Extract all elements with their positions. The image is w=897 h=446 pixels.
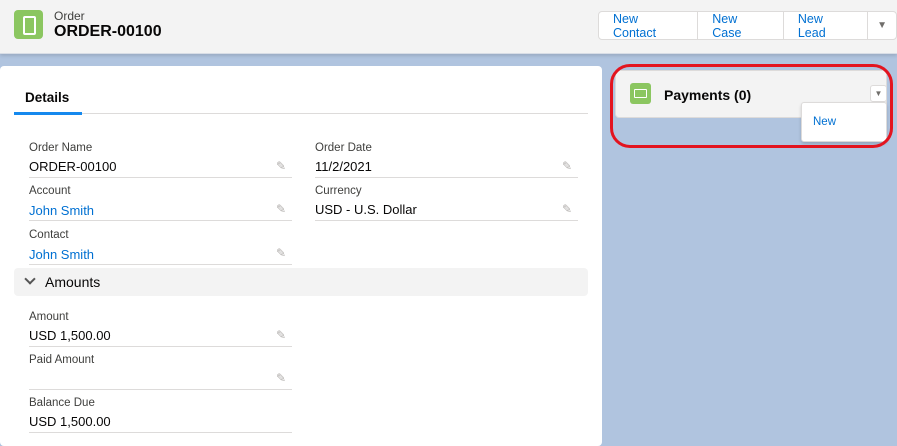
field-value: ORDER-00100 [29, 159, 117, 174]
object-type: Order [54, 9, 85, 23]
field-label: Order Name [29, 142, 93, 154]
edit-pencil-icon[interactable]: ✎ [562, 202, 572, 216]
field-label: Balance Due [29, 397, 95, 409]
details-panel: Details Order Name ORDER-00100 ✎ Order D… [0, 66, 602, 446]
edit-pencil-icon[interactable]: ✎ [562, 159, 572, 173]
field-value: USD - U.S. Dollar [315, 202, 417, 217]
field-account: Account John Smith ✎ [29, 178, 292, 221]
edit-pencil-icon[interactable]: ✎ [276, 328, 286, 342]
new-lead-button[interactable]: New Lead [782, 11, 869, 40]
chevron-down-icon [24, 273, 36, 285]
action-bar: New Contact New Case New Lead ▼ [598, 11, 897, 40]
order-icon [14, 10, 43, 39]
highlight-annotation [610, 64, 893, 148]
amounts-section-header[interactable]: Amounts [14, 268, 588, 296]
field-currency: Currency USD - U.S. Dollar ✎ [315, 178, 578, 221]
active-tab-indicator [14, 112, 82, 115]
edit-pencil-icon[interactable]: ✎ [276, 159, 286, 173]
field-label: Contact [29, 229, 69, 241]
tab-label: Details [25, 90, 70, 105]
contact-link[interactable]: John Smith [29, 247, 94, 262]
tab-details[interactable]: Details [14, 90, 588, 115]
record-name: ORDER-00100 [54, 23, 162, 40]
section-title: Amounts [45, 274, 101, 290]
record-header: Order ORDER-00100 New Contact New Case N… [0, 0, 897, 54]
field-label: Order Date [315, 142, 372, 154]
new-case-button[interactable]: New Case [697, 11, 784, 40]
field-contact: Contact John Smith ✎ [29, 222, 292, 265]
edit-pencil-icon[interactable]: ✎ [276, 246, 286, 260]
field-amount: Amount USD 1,500.00 ✎ [29, 304, 292, 347]
account-link[interactable]: John Smith [29, 203, 94, 218]
field-order-name: Order Name ORDER-00100 ✎ [29, 135, 292, 178]
field-label: Paid Amount [29, 354, 95, 366]
field-value: 11/2/2021 [315, 159, 372, 174]
new-contact-button[interactable]: New Contact [598, 11, 699, 40]
field-order-date: Order Date 11/2/2021 ✎ [315, 135, 578, 178]
field-value: USD 1,500.00 [29, 328, 111, 343]
field-label: Amount [29, 311, 69, 323]
field-paid-amount: Paid Amount ✎ [29, 347, 292, 390]
chevron-down-icon: ▼ [877, 20, 887, 31]
field-label: Currency [315, 185, 362, 197]
edit-pencil-icon[interactable]: ✎ [276, 202, 286, 216]
more-actions-button[interactable]: ▼ [867, 11, 897, 40]
edit-pencil-icon[interactable]: ✎ [276, 371, 286, 385]
field-value: USD 1,500.00 [29, 414, 111, 429]
field-label: Account [29, 185, 71, 197]
field-balance-due: Balance Due USD 1,500.00 [29, 390, 292, 433]
